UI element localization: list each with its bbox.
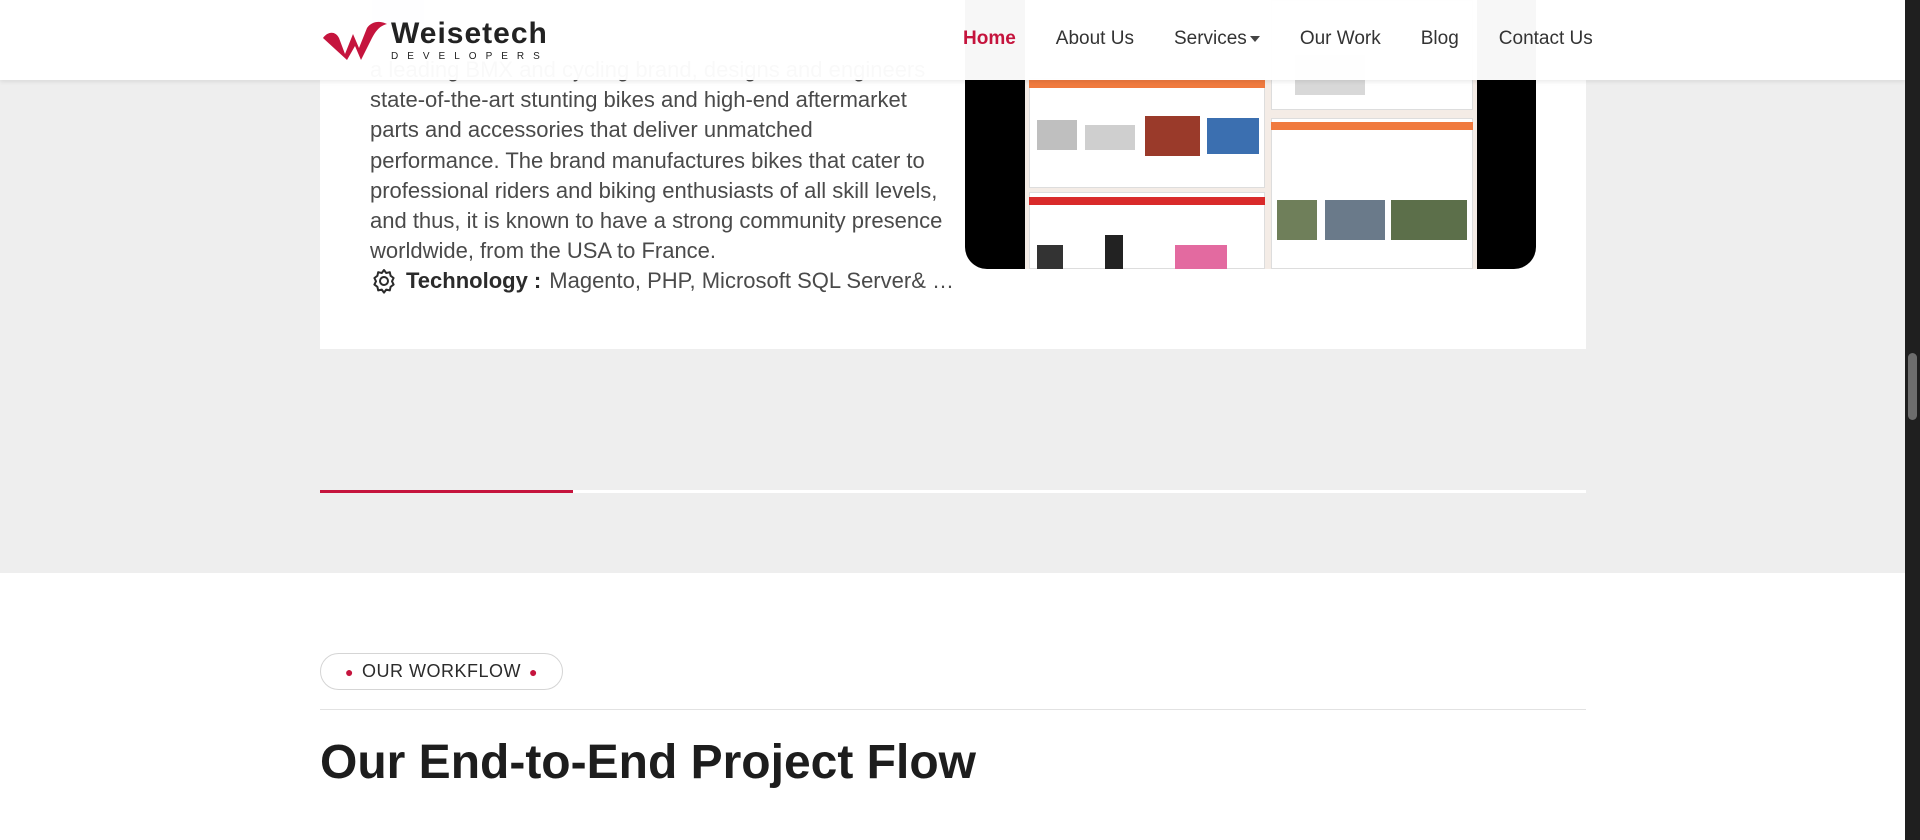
gear-icon: [373, 269, 395, 294]
technology-label: Technology :: [406, 268, 542, 293]
nav-contact-us[interactable]: Contact Us: [1499, 28, 1593, 50]
page-scrollbar[interactable]: [1905, 0, 1920, 840]
workflow-tag-label: OUR WORKFLOW: [361, 661, 521, 681]
slider-progress: [320, 490, 574, 493]
site-logo[interactable]: Weisetech DEVELOPERS: [321, 18, 549, 62]
nav-blog[interactable]: Blog: [1421, 28, 1459, 50]
workflow-tag: ● OUR WORKFLOW ●: [320, 653, 563, 690]
nav-our-work[interactable]: Our Work: [1300, 28, 1381, 50]
dot-icon: ●: [528, 663, 538, 680]
scrollbar-thumb[interactable]: [1908, 353, 1917, 420]
workflow-title: Our End-to-End Project Flow: [320, 736, 976, 789]
main-nav: Home About Us Services Our Work Blog Con…: [963, 28, 1633, 50]
project-description: a leading BMX and cycling brand, designs…: [370, 57, 943, 264]
nav-home[interactable]: Home: [963, 28, 1016, 50]
logo-name: Weisetech: [391, 16, 548, 50]
caret-down-icon: [1249, 35, 1260, 42]
logo-icon: [323, 21, 387, 60]
technology-row: Technology : Magento, PHP, Microsoft SQL…: [370, 266, 959, 296]
dot-icon: ●: [345, 663, 354, 680]
logo-subtitle: DEVELOPERS: [391, 50, 549, 62]
nav-services[interactable]: Services: [1174, 28, 1260, 50]
nav-services-label: Services: [1173, 28, 1247, 49]
site-header: Weisetech DEVELOPERS Home About Us Servi…: [0, 0, 1905, 80]
section-divider: [320, 709, 1586, 710]
nav-about-us[interactable]: About Us: [1056, 28, 1134, 50]
technology-value: Magento, PHP, Microsoft SQL Server& SAGE…: [549, 268, 960, 293]
